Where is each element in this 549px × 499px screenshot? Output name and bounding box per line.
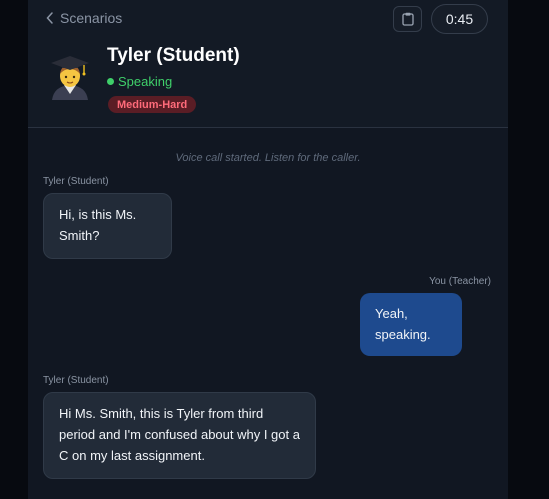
status-text: Speaking	[118, 74, 173, 89]
system-message: Voice call started. Listen for the calle…	[175, 152, 361, 164]
clipboard-icon	[401, 12, 414, 26]
status-dot-icon	[107, 78, 114, 85]
caller-message-bubble: Hi, is this Ms. Smith?	[43, 193, 172, 259]
message-sender: You (Teacher)	[429, 276, 491, 287]
difficulty-badge: Medium-Hard	[108, 96, 197, 113]
user-message-bubble: Yeah, speaking.	[360, 293, 462, 356]
call-timer: 0:45	[431, 4, 488, 34]
back-label: Scenarios	[60, 10, 123, 26]
call-header: Scenarios 0:45 Tyler (Student) Speaking …	[28, 0, 508, 128]
chat-transcript[interactable]: Voice call started. Listen for the calle…	[28, 129, 508, 499]
caller-message-bubble: Hi Ms. Smith, this is Tyler from third p…	[43, 392, 316, 479]
message-sender: Tyler (Student)	[43, 176, 109, 187]
back-to-scenarios-button[interactable]: Scenarios	[46, 10, 122, 26]
student-avatar-icon	[48, 54, 92, 100]
call-screen: Scenarios 0:45 Tyler (Student) Speaking …	[28, 0, 508, 499]
chevron-left-icon	[46, 12, 53, 24]
message-sender: Tyler (Student)	[43, 375, 109, 386]
clipboard-button[interactable]	[393, 6, 422, 32]
contact-name: Tyler (Student)	[107, 45, 240, 66]
call-status: Speaking	[107, 74, 172, 89]
